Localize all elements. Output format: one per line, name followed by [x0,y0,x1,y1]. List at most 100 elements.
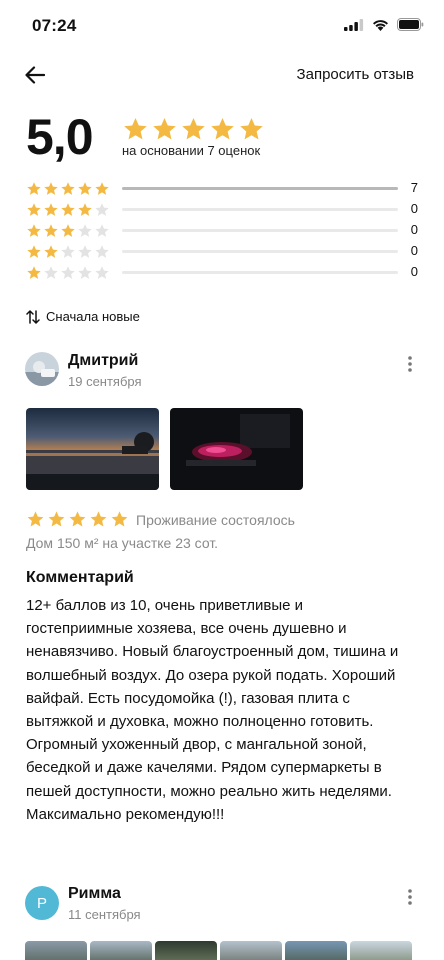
grill-coals-photo [170,408,303,490]
signal-icon [344,18,364,31]
review-date: 19 сентября [68,374,142,389]
star-filled-icon [95,182,109,195]
star-filled-icon [90,511,107,527]
more-vertical-icon [408,889,412,905]
distribution-row: 7 [26,178,418,199]
avatar[interactable] [25,352,59,386]
star-empty-icon [78,224,92,237]
star-filled-icon [48,511,65,527]
star-filled-icon [44,224,58,237]
star-empty-icon [95,203,109,216]
rating-basis-text: на основании 7 оценок [122,143,261,158]
review-photo[interactable] [170,408,303,490]
star-empty-icon [95,266,109,279]
star-filled-icon [78,182,92,195]
more-options-button[interactable] [400,352,420,376]
distribution-row: 0 [26,241,418,262]
review-photo[interactable] [285,941,347,960]
status-bar: 07:24 [0,0,444,50]
distribution-bar [122,229,398,232]
rating-summary: 5,0 на основании 7 оценок [26,108,426,168]
star-filled-icon [111,511,128,527]
distribution-stars [26,181,110,197]
star-filled-icon [211,118,234,140]
star-filled-icon [44,182,58,195]
more-vertical-icon [408,356,412,372]
star-filled-icon [27,182,41,195]
request-review-button[interactable]: Запросить отзыв [297,66,414,83]
status-icons [344,18,424,31]
distribution-bar [122,187,398,190]
distribution-stars [26,265,110,281]
distribution-bar [122,250,398,253]
reviewer-name: Дмитрий [68,352,139,369]
stay-status: Проживание состоялось [136,511,295,528]
review-photo[interactable] [220,941,282,960]
distribution-count: 0 [410,243,418,258]
sunset-lake-photo [26,408,159,490]
distribution-row: 0 [26,220,418,241]
sort-label: Сначала новые [46,309,140,324]
star-filled-icon [182,118,205,140]
star-filled-icon [61,224,75,237]
distribution-bar [122,271,398,274]
distribution-row: 0 [26,262,418,283]
star-empty-icon [78,245,92,258]
distribution-count: 0 [410,264,418,279]
distribution-row: 0 [26,199,418,220]
comment-title: Комментарий [26,569,134,586]
star-empty-icon [95,224,109,237]
review-photos [25,941,412,960]
star-empty-icon [78,266,92,279]
star-filled-icon [78,203,92,216]
star-filled-icon [61,182,75,195]
rating-distribution: 7 0 0 0 0 [26,178,418,283]
comment-text: 12+ баллов из 10, очень приветливые и го… [26,597,399,823]
status-time: 07:24 [32,16,77,35]
stay-row: Проживание состоялось [26,510,295,529]
rating-score: 5,0 [26,109,94,165]
distribution-bar [122,208,398,211]
star-filled-icon [27,266,41,279]
top-bar: Запросить отзыв [0,58,444,92]
star-filled-icon [27,245,41,258]
star-filled-icon [44,245,58,258]
star-filled-icon [27,224,41,237]
star-filled-icon [27,511,44,527]
more-options-button[interactable] [400,885,420,909]
star-filled-icon [61,203,75,216]
sort-button[interactable]: Сначала новые [26,309,140,324]
review-date: 11 сентября [68,907,141,922]
avatar[interactable]: Р [25,886,59,920]
review-photo[interactable] [155,941,217,960]
review-photo[interactable] [25,941,87,960]
star-filled-icon [44,203,58,216]
review-stars [26,510,129,529]
sort-arrows-icon [26,309,40,324]
review-photo[interactable] [26,408,159,490]
back-button[interactable] [20,60,50,90]
distribution-stars [26,202,110,218]
distribution-stars [26,223,110,239]
star-filled-icon [124,118,147,140]
distribution-stars [26,244,110,260]
distribution-count: 7 [410,180,418,195]
distribution-bar-fill [122,187,398,190]
star-filled-icon [27,203,41,216]
star-empty-icon [44,266,58,279]
star-filled-icon [240,118,263,140]
battery-icon [397,18,424,31]
review-photo[interactable] [350,941,412,960]
review-photo[interactable] [90,941,152,960]
arrow-left-icon [25,66,45,84]
avatar-photo [25,352,59,386]
star-empty-icon [61,266,75,279]
star-filled-icon [153,118,176,140]
star-empty-icon [61,245,75,258]
distribution-count: 0 [410,222,418,237]
distribution-count: 0 [410,201,418,216]
star-empty-icon [95,245,109,258]
rating-stars [122,116,265,143]
property-description: Дом 150 м² на участке 23 сот. [26,535,219,551]
wifi-icon [373,19,388,31]
